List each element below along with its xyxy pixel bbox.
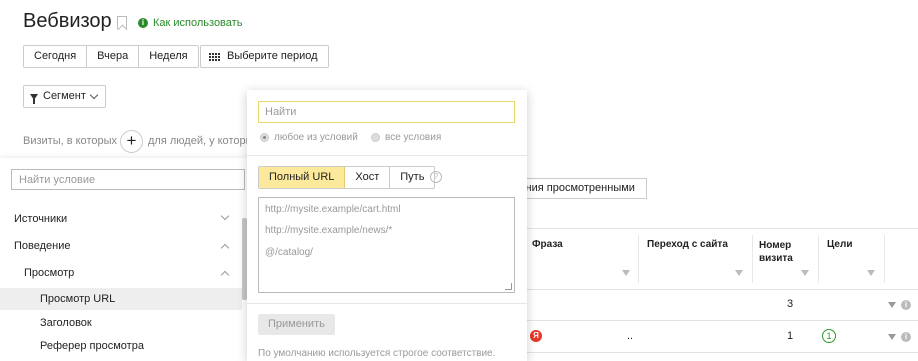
mark-viewed-button[interactable]: дения просмотренными — [510, 178, 647, 199]
how-to-use-link[interactable]: i Как использовать — [138, 17, 242, 29]
column-header-goals: Цели — [827, 239, 853, 250]
radio-all-conditions[interactable]: все условия — [371, 132, 441, 143]
page-title: Вебвизор — [23, 10, 112, 32]
visit-number-cell: 1 — [787, 330, 794, 342]
row-info-icon[interactable]: i — [901, 332, 911, 342]
visit-number-cell: 3 — [787, 298, 794, 310]
chevron-down-icon — [89, 90, 99, 100]
table-top-border — [520, 228, 918, 229]
column-filter-icon[interactable] — [801, 270, 809, 276]
select-period-label: Выберите период — [227, 50, 318, 62]
column-separator — [752, 235, 753, 283]
radio-button-icon — [260, 133, 269, 142]
radio-button-icon — [371, 133, 380, 142]
column-separator — [818, 235, 819, 283]
divider — [247, 303, 527, 304]
resize-handle-icon[interactable] — [505, 283, 512, 290]
filter-icon — [30, 93, 38, 104]
today-button[interactable]: Сегодня — [24, 46, 88, 67]
goals-badge[interactable]: 1 — [822, 329, 836, 343]
column-header-phrase: Фраза — [532, 239, 563, 250]
apply-button[interactable]: Применить — [258, 314, 335, 335]
condition-item-view[interactable]: Просмотр — [24, 267, 74, 279]
url-match-tabs: Полный URL Хост Путь — [258, 166, 436, 189]
radio-all-label: все условия — [385, 132, 442, 143]
row-filter-icon[interactable] — [888, 302, 896, 308]
column-header-visit-number: Номер визита — [759, 240, 793, 264]
tab-path[interactable]: Путь — [390, 167, 434, 188]
segment-button[interactable]: Сегмент — [23, 85, 106, 108]
table-row-border — [520, 320, 918, 321]
column-header-referrer: Переход с сайта — [647, 239, 728, 250]
selected-item-highlight — [0, 288, 242, 310]
week-button[interactable]: Неделя — [139, 46, 197, 67]
column-separator — [638, 235, 639, 283]
how-to-use-label: Как использовать — [153, 17, 243, 29]
yesterday-button[interactable]: Вчера — [87, 46, 140, 67]
radio-any-condition[interactable]: любое из условий — [260, 132, 358, 143]
info-icon: i — [138, 18, 148, 28]
tab-host[interactable]: Хост — [345, 167, 391, 188]
yandex-search-icon: Я — [530, 330, 542, 342]
select-period-button[interactable]: Выберите период — [200, 45, 329, 68]
phrase-cell: .. — [627, 330, 634, 342]
textarea-line: @/catalog/ — [265, 247, 313, 258]
textarea-line: http://mysite.example/news/* — [265, 225, 393, 236]
segment-label: Сегмент — [43, 90, 86, 102]
add-condition-button[interactable]: + — [120, 130, 143, 153]
condition-item-sources[interactable]: Источники — [14, 213, 67, 225]
condition-item-view-referrer[interactable]: Реферер просмотра — [40, 340, 144, 352]
for-people-label: для людей, у которы — [148, 135, 254, 147]
help-icon[interactable]: ? — [430, 171, 442, 183]
default-match-note: По умолчанию используется строгое соотве… — [258, 348, 496, 359]
tab-full-url[interactable]: Полный URL — [259, 167, 346, 188]
table-row-border — [520, 289, 918, 290]
column-separator — [884, 235, 885, 283]
date-range-buttons: Сегодня Вчера Неделя — [23, 45, 199, 68]
condition-item-behavior[interactable]: Поведение — [14, 240, 71, 252]
column-filter-icon[interactable] — [735, 270, 743, 276]
condition-item-view-url[interactable]: Просмотр URL — [40, 293, 115, 305]
calendar-grid-icon — [209, 52, 220, 61]
popup-search-input[interactable]: Найти — [258, 101, 515, 123]
divider — [247, 155, 527, 156]
radio-any-label: любое из условий — [274, 132, 358, 143]
row-filter-icon[interactable] — [888, 334, 896, 340]
column-filter-icon[interactable] — [867, 270, 875, 276]
visits-label: Визиты, в которых — [23, 135, 117, 147]
find-condition-input[interactable]: Найти условие — [11, 169, 245, 190]
textarea-line: http://mysite.example/cart.html — [265, 204, 401, 215]
table-row-border — [520, 352, 918, 353]
bookmark-icon[interactable] — [117, 16, 127, 29]
row-info-icon[interactable]: i — [901, 300, 911, 310]
column-filter-icon[interactable] — [622, 270, 630, 276]
condition-item-title[interactable]: Заголовок — [40, 317, 92, 329]
url-textarea[interactable]: http://mysite.example/cart.html http://m… — [258, 197, 515, 293]
